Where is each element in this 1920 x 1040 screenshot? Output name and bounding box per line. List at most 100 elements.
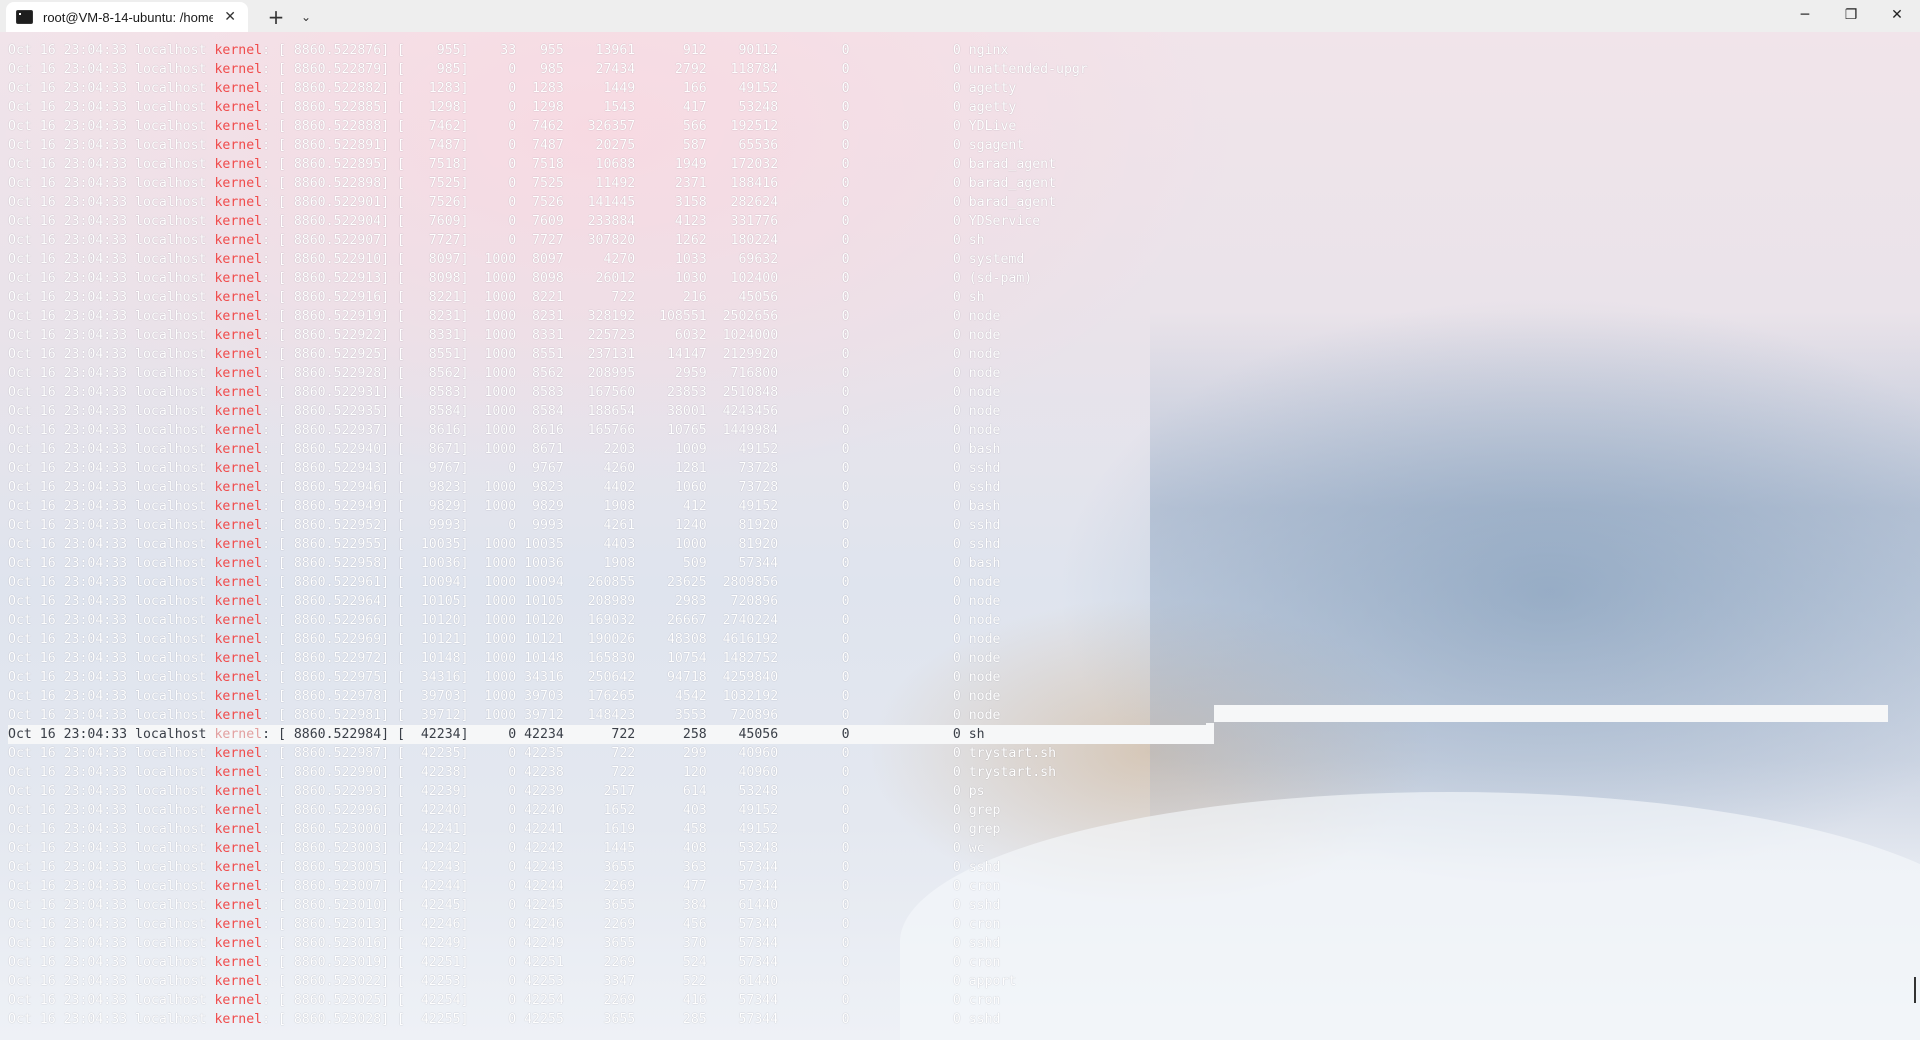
log-prefix: Oct 16 23:04:33 localhost <box>8 157 215 172</box>
log-message: : [ 8860.522966] [ 10120] 1000 10120 169… <box>262 613 1001 628</box>
close-window-button[interactable]: ✕ <box>1874 0 1920 32</box>
terminal-line: Oct 16 23:04:33 localhost kernel: [ 8860… <box>8 782 1214 801</box>
log-message: : [ 8860.522955] [ 10035] 1000 10035 440… <box>262 537 1001 552</box>
terminal-line: Oct 16 23:04:33 localhost kernel: [ 8860… <box>8 649 1214 668</box>
log-prefix: Oct 16 23:04:33 localhost <box>8 138 215 153</box>
terminal-line: Oct 16 23:04:33 localhost kernel: [ 8860… <box>8 288 1214 307</box>
terminal-line: Oct 16 23:04:33 localhost kernel: [ 8860… <box>8 250 1214 269</box>
log-prefix: Oct 16 23:04:33 localhost <box>8 803 215 818</box>
terminal-line: Oct 16 23:04:33 localhost kernel: [ 8860… <box>8 687 1214 706</box>
terminal-line: Oct 16 23:04:33 localhost kernel: [ 8860… <box>8 478 1214 497</box>
log-message: : [ 8860.522964] [ 10105] 1000 10105 208… <box>262 594 1001 609</box>
scrollbar-thumb[interactable] <box>1914 977 1916 1003</box>
log-message: : [ 8860.522925] [ 8551] 1000 8551 23713… <box>262 347 1001 362</box>
log-facility: kernel <box>214 290 263 305</box>
log-prefix: Oct 16 23:04:33 localhost <box>8 423 215 438</box>
log-facility: kernel <box>214 385 263 400</box>
log-prefix: Oct 16 23:04:33 localhost <box>8 252 215 267</box>
terminal-line: Oct 16 23:04:33 localhost kernel: [ 8860… <box>8 820 1214 839</box>
terminal-line: Oct 16 23:04:33 localhost kernel: [ 8860… <box>8 801 1214 820</box>
log-message: : [ 8860.522901] [ 7526] 0 7526 141445 3… <box>262 195 1057 210</box>
terminal-line: Oct 16 23:04:33 localhost kernel: [ 8860… <box>8 877 1214 896</box>
terminal-line: Oct 16 23:04:33 localhost kernel: [ 8860… <box>8 497 1214 516</box>
terminal-line: Oct 16 23:04:33 localhost kernel: [ 8860… <box>8 953 1214 972</box>
log-message: : [ 8860.522935] [ 8584] 1000 8584 18865… <box>262 404 1001 419</box>
log-prefix: Oct 16 23:04:33 localhost <box>8 62 215 77</box>
tab-close-button[interactable]: ✕ <box>224 8 236 26</box>
log-facility: kernel <box>214 651 263 666</box>
log-facility: kernel <box>214 328 263 343</box>
terminal-line: Oct 16 23:04:33 localhost kernel: [ 8860… <box>8 592 1214 611</box>
terminal-line: Oct 16 23:04:33 localhost kernel: [ 8860… <box>8 345 1214 364</box>
terminal-output[interactable]: Oct 16 23:04:33 localhost kernel: [ 8860… <box>0 32 1920 1040</box>
log-prefix: Oct 16 23:04:33 localhost <box>8 746 215 761</box>
log-facility: kernel <box>214 1012 263 1027</box>
log-prefix: Oct 16 23:04:33 localhost <box>8 879 215 894</box>
log-message: : [ 8860.522972] [ 10148] 1000 10148 165… <box>262 651 1001 666</box>
terminal-line: Oct 16 23:04:33 localhost kernel: [ 8860… <box>8 535 1214 554</box>
terminal-line: Oct 16 23:04:33 localhost kernel: [ 8860… <box>8 212 1214 231</box>
log-prefix: Oct 16 23:04:33 localhost <box>8 43 215 58</box>
log-facility: kernel <box>214 746 263 761</box>
log-prefix: Oct 16 23:04:33 localhost <box>8 993 215 1008</box>
log-message: : [ 8860.522952] [ 9993] 0 9993 4261 124… <box>262 518 1001 533</box>
minimize-button[interactable]: ─ <box>1782 0 1828 32</box>
log-prefix: Oct 16 23:04:33 localhost <box>8 309 215 324</box>
log-message: : [ 8860.522919] [ 8231] 1000 8231 32819… <box>262 309 1001 324</box>
terminal-line: Oct 16 23:04:33 localhost kernel: [ 8860… <box>8 991 1214 1010</box>
terminal-line: Oct 16 23:04:33 localhost kernel: [ 8860… <box>8 421 1214 440</box>
log-prefix: Oct 16 23:04:33 localhost <box>8 556 215 571</box>
new-tab-button[interactable]: + <box>256 2 296 32</box>
log-facility: kernel <box>214 309 263 324</box>
log-message: : [ 8860.522969] [ 10121] 1000 10121 190… <box>262 632 1001 647</box>
log-prefix: Oct 16 23:04:33 localhost <box>8 461 215 476</box>
log-prefix: Oct 16 23:04:33 localhost <box>8 765 215 780</box>
log-facility: kernel <box>214 955 263 970</box>
log-message: : [ 8860.522975] [ 34316] 1000 34316 250… <box>262 670 1001 685</box>
terminal-line: Oct 16 23:04:33 localhost kernel: [ 8860… <box>8 98 1214 117</box>
terminal-line: Oct 16 23:04:33 localhost kernel: [ 8860… <box>8 231 1214 250</box>
log-facility: kernel <box>214 993 263 1008</box>
log-facility: kernel <box>214 81 263 96</box>
log-facility: kernel <box>214 138 263 153</box>
log-facility: kernel <box>214 404 263 419</box>
terminal-lines: Oct 16 23:04:33 localhost kernel: [ 8860… <box>8 41 1214 1029</box>
log-facility: kernel <box>214 499 263 514</box>
log-prefix: Oct 16 23:04:33 localhost <box>8 822 215 837</box>
log-facility: kernel <box>214 632 263 647</box>
terminal-line: Oct 16 23:04:33 localhost kernel: [ 8860… <box>8 706 1214 725</box>
log-facility: kernel <box>214 100 263 115</box>
log-facility: kernel <box>214 62 263 77</box>
log-facility: kernel <box>214 594 263 609</box>
tab-dropdown-button[interactable]: ⌄ <box>296 2 316 32</box>
log-facility: kernel <box>214 841 263 856</box>
log-message: : [ 8860.522922] [ 8331] 1000 8331 22572… <box>262 328 1001 343</box>
log-prefix: Oct 16 23:04:33 localhost <box>8 974 215 989</box>
terminal-line: Oct 16 23:04:33 localhost kernel: [ 8860… <box>8 364 1214 383</box>
log-facility: kernel <box>214 366 263 381</box>
log-facility: kernel <box>214 974 263 989</box>
terminal-icon <box>16 10 33 24</box>
terminal-line: Oct 16 23:04:33 localhost kernel: [ 8860… <box>8 117 1214 136</box>
log-message: : [ 8860.522916] [ 8221] 1000 8221 722 2… <box>262 290 985 305</box>
log-prefix: Oct 16 23:04:33 localhost <box>8 518 215 533</box>
log-message: : [ 8860.522913] [ 8098] 1000 8098 26012… <box>262 271 1033 286</box>
log-facility: kernel <box>214 879 263 894</box>
maximize-button[interactable]: ❐ <box>1828 0 1874 32</box>
log-prefix: Oct 16 23:04:33 localhost <box>8 575 215 590</box>
log-message: : [ 8860.522907] [ 7727] 0 7727 307820 1… <box>262 233 985 248</box>
log-message: : [ 8860.523007] [ 42244] 0 42244 2269 4… <box>262 879 1001 894</box>
log-facility: kernel <box>214 214 263 229</box>
log-message: : [ 8860.523000] [ 42241] 0 42241 1619 4… <box>262 822 1001 837</box>
log-prefix: Oct 16 23:04:33 localhost <box>8 936 215 951</box>
log-prefix: Oct 16 23:04:33 localhost <box>8 632 215 647</box>
terminal-line: Oct 16 23:04:33 localhost kernel: [ 8860… <box>8 41 1214 60</box>
terminal-line: Oct 16 23:04:33 localhost kernel: [ 8860… <box>8 630 1214 649</box>
log-message: : [ 8860.522937] [ 8616] 1000 8616 16576… <box>262 423 1001 438</box>
log-message: : [ 8860.523022] [ 42253] 0 42253 3347 5… <box>262 974 1017 989</box>
terminal-line: Oct 16 23:04:33 localhost kernel: [ 8860… <box>8 60 1214 79</box>
log-message: : [ 8860.523028] [ 42255] 0 42255 3655 2… <box>262 1012 1001 1027</box>
log-prefix: Oct 16 23:04:33 localhost <box>8 233 215 248</box>
log-prefix: Oct 16 23:04:33 localhost <box>8 537 215 552</box>
terminal-tab[interactable]: root@VM-8-14-ubuntu: /home ✕ <box>6 2 248 32</box>
